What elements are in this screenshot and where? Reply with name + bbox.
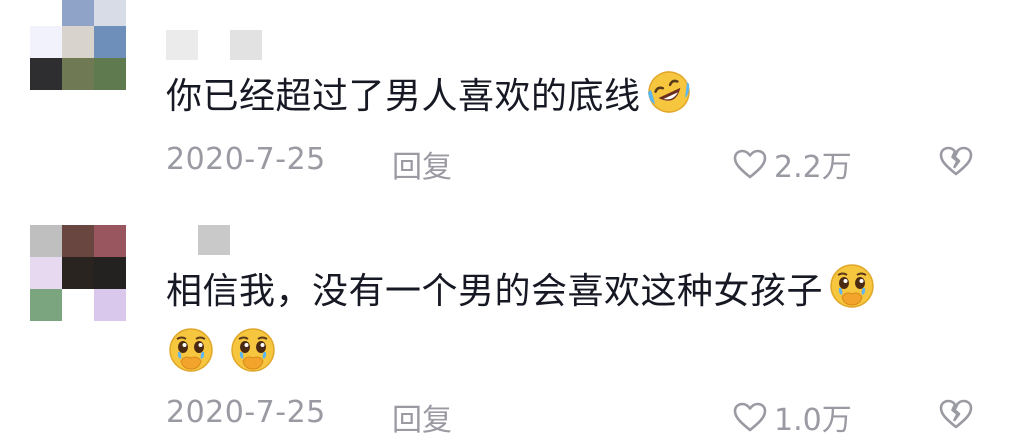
pleading-tears-emoji-icon: [827, 261, 877, 327]
username-mosaic-tile: [230, 30, 262, 60]
broken-heart-icon: [939, 399, 973, 429]
comment-text-content: 你已经超过了男人喜欢的底线: [166, 76, 641, 117]
comment-meta: 2020-7-25 回复 2.2万: [166, 142, 986, 185]
avatar-mosaic-tile: [94, 225, 126, 257]
username-mosaic-tile: [166, 30, 198, 60]
broken-heart-icon: [939, 146, 973, 176]
avatar-mosaic-tile: [62, 289, 94, 321]
avatar-mosaic-tile: [30, 26, 62, 58]
comment-meta: 2020-7-25 回复 1.0万: [166, 395, 986, 438]
comment-date: 2020-7-25: [166, 395, 326, 430]
dislike-button[interactable]: [938, 144, 974, 186]
username-blurred[interactable]: [166, 30, 262, 60]
reply-button[interactable]: 回复: [392, 395, 452, 439]
avatar-mosaic-tile: [30, 257, 62, 289]
avatar-mosaic-tile: [30, 289, 62, 321]
pleading-tears-emoji-icon: [166, 325, 216, 379]
comment-text: 你已经超过了男人喜欢的底线: [166, 68, 966, 132]
avatar-mosaic-tile: [30, 225, 62, 257]
comment-date: 2020-7-25: [166, 142, 326, 177]
username-mosaic-tile: [166, 225, 198, 255]
avatar-mosaic-tile: [94, 26, 126, 58]
like-button[interactable]: 2.2万: [732, 142, 852, 186]
username-mosaic-tile: [198, 225, 230, 255]
avatar-mosaic-tile: [62, 26, 94, 58]
heart-outline-icon: [733, 402, 767, 432]
like-count: 2.2万: [774, 150, 852, 185]
avatar-mosaic-tile: [30, 0, 62, 26]
rofl-emoji-icon: [645, 68, 693, 132]
comment-item: 你已经超过了男人喜欢的底线 2020-7-25 回复 2.2万: [0, 0, 1024, 200]
comment-list: 你已经超过了男人喜欢的底线 2020-7-25 回复 2.2万 相信我，没有一个…: [0, 0, 1024, 448]
avatar-mosaic-tile: [30, 58, 62, 90]
avatar-mosaic-tile: [94, 0, 126, 26]
comment-text: 相信我，没有一个男的会喜欢这种女孩子: [166, 261, 966, 327]
avatar-mosaic-tile: [62, 225, 94, 257]
dislike-button[interactable]: [938, 397, 974, 439]
avatar-mosaic-tile: [94, 289, 126, 321]
username-blurred[interactable]: [166, 225, 230, 255]
heart-outline-icon: [733, 149, 767, 179]
avatar-mosaic-tile: [62, 0, 94, 26]
like-button[interactable]: 1.0万: [732, 395, 852, 439]
avatar-mosaic-tile: [94, 257, 126, 289]
avatar-mosaic-tile: [62, 257, 94, 289]
pleading-tears-emoji-icon: [228, 325, 278, 379]
username-mosaic-tile: [198, 30, 230, 60]
emoji-row: [166, 325, 278, 379]
avatar-mosaic-tile: [62, 58, 94, 90]
like-count: 1.0万: [774, 403, 852, 438]
reply-button[interactable]: 回复: [392, 142, 452, 186]
avatar[interactable]: [30, 0, 126, 90]
comment-text-content: 相信我，没有一个男的会喜欢这种女孩子: [166, 271, 824, 312]
comment-item: 相信我，没有一个男的会喜欢这种女孩子 2020-7-25 回复 1.0万: [0, 205, 1024, 448]
avatar-mosaic-tile: [94, 58, 126, 90]
avatar[interactable]: [30, 225, 126, 321]
